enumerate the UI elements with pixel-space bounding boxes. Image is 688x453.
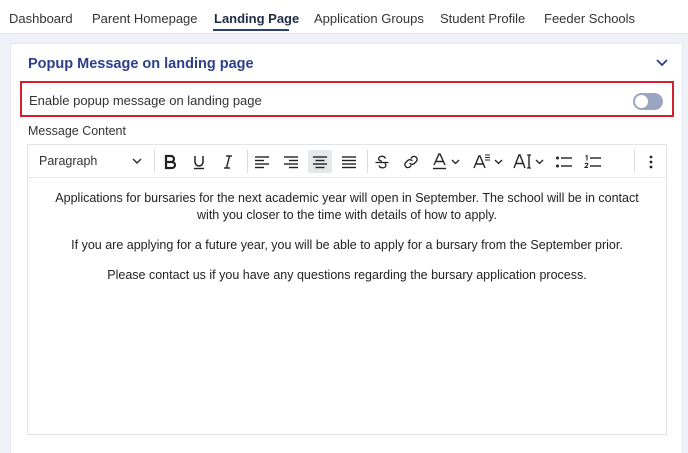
italic-icon bbox=[224, 154, 232, 169]
font-color-icon bbox=[433, 152, 460, 169]
message-content-label: Message Content bbox=[28, 124, 126, 138]
toggle-knob bbox=[635, 95, 648, 108]
italic-button[interactable] bbox=[216, 150, 240, 173]
chevron-down-icon bbox=[132, 158, 142, 165]
tab-application-groups[interactable]: Application Groups bbox=[314, 11, 424, 26]
content-paragraph: Please contact us if you have any questi… bbox=[107, 268, 587, 282]
underline-button[interactable] bbox=[187, 150, 211, 173]
tab-landing-page[interactable]: Landing Page bbox=[214, 11, 299, 26]
text-transform-icon bbox=[513, 153, 544, 169]
tab-feeder-schools[interactable]: Feeder Schools bbox=[544, 11, 635, 26]
tab-student-profile[interactable]: Student Profile bbox=[440, 11, 525, 26]
toolbar-divider bbox=[634, 150, 635, 173]
font-size-button[interactable] bbox=[471, 150, 507, 173]
bold-icon bbox=[164, 154, 177, 169]
popup-message-panel: Popup Message on landing page Enable pop… bbox=[10, 43, 683, 453]
align-left-icon bbox=[255, 155, 269, 168]
font-color-button[interactable] bbox=[429, 150, 465, 173]
link-icon bbox=[404, 155, 418, 168]
toolbar-divider bbox=[154, 150, 155, 173]
font-size-icon bbox=[473, 154, 503, 168]
bullet-list-button[interactable] bbox=[552, 150, 576, 173]
chevron-down-icon[interactable] bbox=[655, 58, 669, 68]
section-title: Popup Message on landing page bbox=[28, 56, 254, 72]
active-tab-indicator bbox=[213, 29, 289, 31]
align-right-icon bbox=[284, 155, 298, 168]
more-options-button[interactable] bbox=[639, 150, 663, 173]
align-left-button[interactable] bbox=[250, 150, 274, 173]
align-justify-icon bbox=[342, 155, 356, 168]
tab-dashboard[interactable]: Dashboard bbox=[9, 11, 73, 26]
enable-popup-row: Enable popup message on landing page bbox=[20, 81, 674, 117]
link-button[interactable] bbox=[399, 150, 423, 173]
strikethrough-button[interactable] bbox=[370, 150, 394, 173]
rich-text-editor: Paragraph Applications for bursaries for… bbox=[27, 144, 667, 435]
paragraph-style-value: Paragraph bbox=[39, 154, 98, 168]
bold-button[interactable] bbox=[158, 150, 182, 173]
editor-toolbar: Paragraph bbox=[28, 145, 666, 178]
strikethrough-icon bbox=[375, 155, 389, 168]
toolbar-divider bbox=[247, 150, 248, 173]
editor-content[interactable]: Applications for bursaries for the next … bbox=[28, 179, 666, 434]
enable-popup-toggle[interactable] bbox=[633, 93, 663, 110]
align-center-button[interactable] bbox=[308, 150, 332, 173]
more-options-icon bbox=[649, 155, 653, 168]
align-right-button[interactable] bbox=[279, 150, 303, 173]
paragraph-style-select[interactable]: Paragraph bbox=[32, 149, 148, 174]
tab-parent-homepage[interactable]: Parent Homepage bbox=[92, 11, 198, 26]
underline-icon bbox=[194, 155, 204, 169]
toolbar-divider bbox=[367, 150, 368, 173]
numbered-list-button[interactable] bbox=[581, 150, 605, 173]
enable-popup-label: Enable popup message on landing page bbox=[29, 93, 262, 108]
tab-bar: Dashboard Parent Homepage Landing Page A… bbox=[0, 0, 688, 34]
content-paragraph: Applications for bursaries for the next … bbox=[55, 191, 639, 222]
align-justify-button[interactable] bbox=[337, 150, 361, 173]
align-center-icon bbox=[313, 155, 327, 168]
text-transform-button[interactable] bbox=[512, 150, 548, 173]
content-paragraph: If you are applying for a future year, y… bbox=[71, 238, 623, 252]
bullet-list-icon bbox=[556, 156, 572, 167]
numbered-list-icon bbox=[584, 154, 601, 168]
